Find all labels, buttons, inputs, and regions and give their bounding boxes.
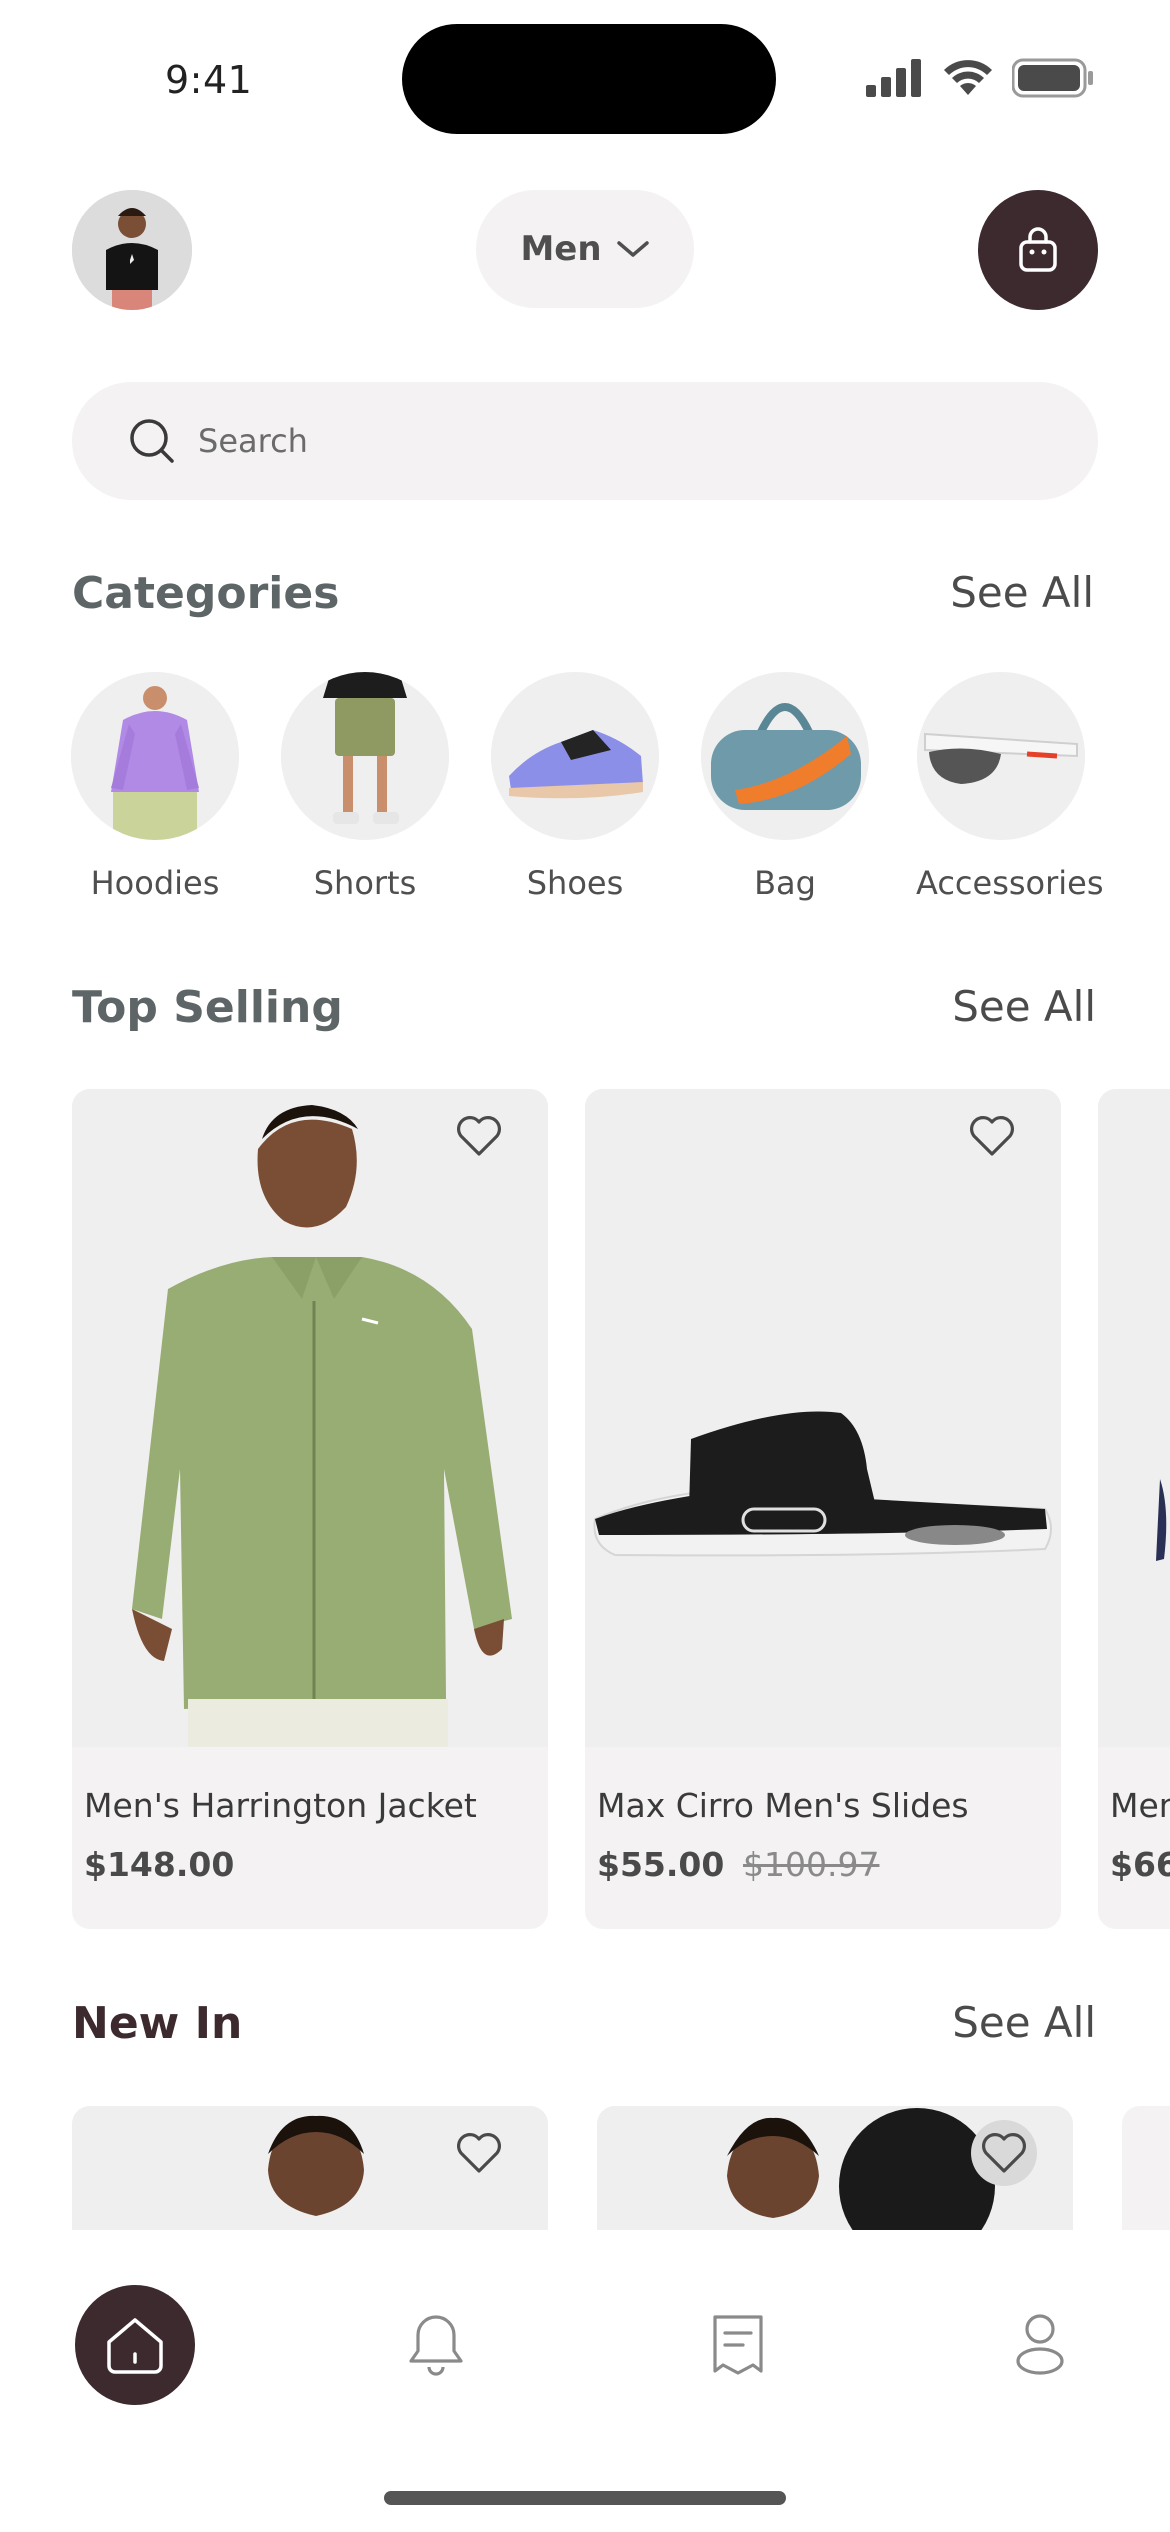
- category-label: Bag: [754, 864, 816, 902]
- product-card[interactable]: Men's Harrington Jacket $148.00: [72, 1089, 548, 1929]
- category-shorts[interactable]: Shorts: [280, 672, 450, 902]
- cart-button[interactable]: [978, 190, 1098, 310]
- category-label: Shoes: [526, 864, 624, 902]
- category-accessories[interactable]: Accessories: [916, 672, 1104, 902]
- status-time: 9:41: [165, 58, 253, 102]
- status-icons: [866, 58, 1094, 98]
- heart-icon: [970, 1116, 1014, 1156]
- search-bar[interactable]: [72, 382, 1098, 500]
- categories-title: Categories: [72, 568, 340, 619]
- top-selling-title: Top Selling: [72, 982, 343, 1033]
- heart-icon: [457, 2133, 501, 2173]
- product-name: Max Cirro Men's Slides: [597, 1786, 969, 1825]
- search-icon: [130, 419, 174, 463]
- hoodie-image: [71, 672, 239, 840]
- category-label: Accessories: [916, 864, 1104, 902]
- new-in-see-all[interactable]: See All: [952, 1998, 1096, 2047]
- product-old-price: $100.97: [743, 1845, 880, 1884]
- category-bag[interactable]: Bag: [700, 672, 870, 902]
- category-label: Hoodies: [90, 864, 220, 902]
- dynamic-island: [402, 24, 776, 134]
- chevron-down-icon: [616, 241, 649, 257]
- shorts-image: [281, 672, 449, 840]
- search-input[interactable]: [196, 421, 1000, 461]
- home-indicator: [384, 2491, 786, 2505]
- bell-icon: [409, 2315, 463, 2376]
- bag-image: [701, 672, 869, 840]
- home-icon: [107, 2318, 163, 2374]
- wifi-icon: [944, 60, 992, 95]
- product-image: [585, 1089, 1061, 1747]
- heart-icon: [982, 2133, 1026, 2173]
- gender-label: Men: [520, 229, 602, 269]
- sunglasses-image: [917, 672, 1085, 840]
- receipt-icon: [713, 2315, 763, 2375]
- tab-notifications[interactable]: [396, 2304, 476, 2384]
- favorite-button[interactable]: [959, 1103, 1025, 1169]
- tab-orders[interactable]: [698, 2304, 778, 2384]
- gender-selector[interactable]: Men: [476, 190, 694, 308]
- tab-profile[interactable]: [1000, 2304, 1080, 2384]
- product-name: Men: [1110, 1786, 1170, 1825]
- categories-see-all[interactable]: See All: [950, 568, 1094, 617]
- shoe-image: [491, 672, 659, 840]
- tab-home[interactable]: [75, 2285, 195, 2405]
- heart-icon: [457, 1116, 501, 1156]
- new-in-title: New In: [72, 1998, 243, 2049]
- product-image: [1098, 1089, 1170, 1747]
- category-hoodies[interactable]: Hoodies: [70, 672, 240, 902]
- favorite-button[interactable]: [971, 2120, 1037, 2186]
- category-shoes[interactable]: Shoes: [490, 672, 660, 902]
- product-price: $148.00: [84, 1845, 235, 1884]
- product-card[interactable]: Men $66: [1098, 1089, 1170, 1929]
- top-selling-see-all[interactable]: See All: [952, 982, 1096, 1031]
- signal-icon: [866, 59, 921, 97]
- product-card[interactable]: Max Cirro Men's Slides $55.00 $100.97: [585, 1089, 1061, 1929]
- product-price: $66: [1110, 1845, 1170, 1884]
- battery-icon: [1012, 58, 1093, 98]
- favorite-button[interactable]: [446, 1103, 512, 1169]
- shopping-bag-icon: [1019, 227, 1057, 272]
- avatar[interactable]: [72, 190, 192, 310]
- profile-icon: [1016, 2314, 1064, 2375]
- favorite-button[interactable]: [446, 2120, 512, 2186]
- category-label: Shorts: [313, 864, 417, 902]
- product-price: $55.00: [597, 1845, 725, 1884]
- product-image: [72, 1089, 548, 1747]
- product-name: Men's Harrington Jacket: [84, 1786, 477, 1825]
